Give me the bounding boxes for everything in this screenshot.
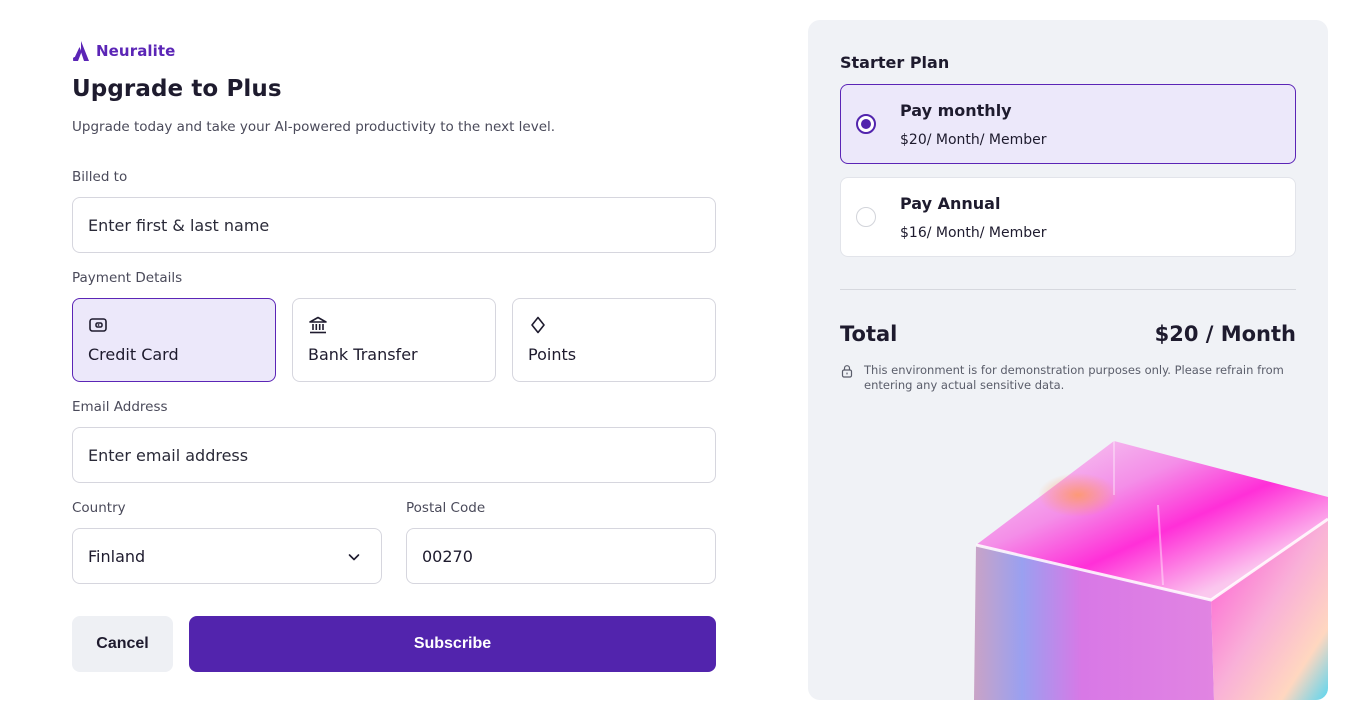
radio-button-selected[interactable] [856,114,876,134]
plan-summary-panel: Starter Plan Pay monthly $20/ Month/ Mem… [808,20,1328,700]
brand: Neuralite [72,40,716,62]
plan-option-price: $16/ Month/ Member [900,225,1047,241]
billed-to-input[interactable]: Enter first & last name [72,197,716,253]
billed-to-label: Billed to [72,169,128,185]
cancel-button[interactable]: Cancel [72,616,173,672]
plan-title: Starter Plan [840,53,950,72]
total-value: $20 / Month [1154,322,1296,346]
radio-button[interactable] [856,207,876,227]
billed-to-placeholder: Enter first & last name [88,215,270,235]
demo-notice: This environment is for demonstration pu… [840,363,1296,393]
payment-option-label: Credit Card [88,345,179,364]
checkout-form: Neuralite Upgrade to Plus Upgrade today … [72,40,716,672]
plan-option-monthly[interactable]: Pay monthly $20/ Month/ Member [840,84,1296,164]
postal-code-input[interactable]: 00270 [406,528,716,584]
page-subtitle: Upgrade today and take your AI-powered p… [72,119,556,135]
plan-option-annual[interactable]: Pay Annual $16/ Month/ Member [840,177,1296,257]
total-label: Total [840,322,898,346]
postal-code-value: 00270 [422,546,473,566]
lock-icon [841,365,853,378]
country-select[interactable]: Finland [72,528,382,584]
bank-icon [309,316,327,334]
payment-option-bank-transfer[interactable]: Bank Transfer [292,298,496,382]
payment-option-points[interactable]: Points [512,298,716,382]
diamond-icon [531,316,545,334]
page-title: Upgrade to Plus [72,76,282,102]
country-label: Country [72,500,126,516]
payment-details-label: Payment Details [72,270,183,286]
plan-option-name: Pay monthly [900,101,1012,120]
postal-code-label: Postal Code [406,500,486,516]
plan-option-price: $20/ Month/ Member [900,132,1047,148]
payment-option-credit-card[interactable]: Credit Card [72,298,276,382]
plan-option-name: Pay Annual [900,194,1001,213]
payment-option-label: Bank Transfer [308,345,418,364]
email-placeholder: Enter email address [88,445,249,465]
chevron-down-icon [348,554,360,561]
brand-name: Neuralite [96,42,176,60]
payment-option-label: Points [528,345,577,364]
email-label: Email Address [72,399,168,415]
decorative-cube-image [974,441,1328,700]
divider [840,289,1296,290]
wallet-icon [89,318,107,332]
neuralite-logo-icon [73,41,89,61]
demo-notice-text: This environment is for demonstration pu… [864,363,1284,392]
email-input[interactable]: Enter email address [72,427,716,483]
subscribe-button[interactable]: Subscribe [189,616,716,672]
country-value: Finland [88,546,146,566]
